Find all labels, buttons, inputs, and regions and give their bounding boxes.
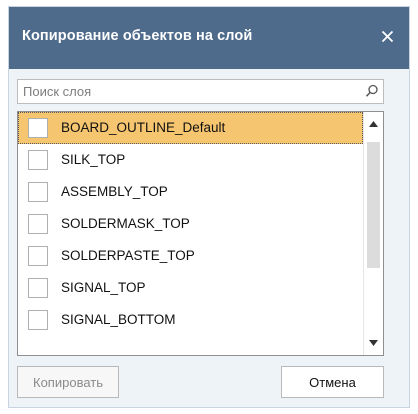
layer-row[interactable]: SILK_TOP — [18, 144, 363, 176]
layer-checkbox[interactable] — [28, 214, 48, 234]
layer-label: SOLDERPASTE_TOP — [61, 248, 195, 263]
layer-list-items: BOARD_OUTLINE_Default SILK_TOP ASSEMBLY_… — [18, 112, 363, 336]
close-icon-glyph — [381, 30, 393, 42]
scrollbar-thumb[interactable] — [367, 142, 380, 268]
layer-checkbox[interactable] — [28, 246, 48, 266]
layer-label: ASSEMBLY_TOP — [61, 184, 168, 199]
layer-row[interactable]: SOLDERPASTE_TOP — [18, 240, 363, 272]
layer-label: BOARD_OUTLINE_Default — [61, 120, 226, 135]
layer-label: SILK_TOP — [61, 152, 126, 167]
layer-row[interactable]: SIGNAL_TOP — [18, 272, 363, 304]
layer-search-box — [17, 79, 384, 104]
layer-row[interactable]: SIGNAL_BOTTOM — [18, 304, 363, 336]
search-icon[interactable] — [364, 83, 380, 99]
layer-checkbox[interactable] — [28, 182, 48, 202]
layer-checkbox[interactable] — [28, 118, 48, 138]
scroll-up-icon[interactable] — [364, 114, 383, 134]
cancel-button[interactable]: Отмена — [281, 366, 384, 398]
layer-row[interactable]: BOARD_OUTLINE_Default — [18, 112, 363, 144]
layer-checkbox[interactable] — [28, 310, 48, 330]
layer-row[interactable]: SOLDERMASK_TOP — [18, 208, 363, 240]
layer-row[interactable]: ASSEMBLY_TOP — [18, 176, 363, 208]
layer-list-scrollbar[interactable] — [363, 112, 383, 355]
dialog-title: Копирование объектов на слой — [22, 28, 253, 44]
copy-button[interactable]: Копировать — [17, 366, 119, 398]
layer-label: SIGNAL_BOTTOM — [61, 312, 176, 327]
layer-label: SOLDERMASK_TOP — [61, 216, 190, 231]
layer-search-input[interactable] — [23, 81, 353, 102]
layer-label: SIGNAL_TOP — [61, 280, 146, 295]
close-icon[interactable] — [375, 23, 399, 49]
scroll-down-icon[interactable] — [364, 333, 383, 353]
layer-checkbox[interactable] — [28, 150, 48, 170]
layer-checkbox[interactable] — [28, 278, 48, 298]
dialog-titlebar: Копирование объектов на слой — [9, 7, 409, 69]
layer-list[interactable]: BOARD_OUTLINE_Default SILK_TOP ASSEMBLY_… — [17, 111, 384, 356]
